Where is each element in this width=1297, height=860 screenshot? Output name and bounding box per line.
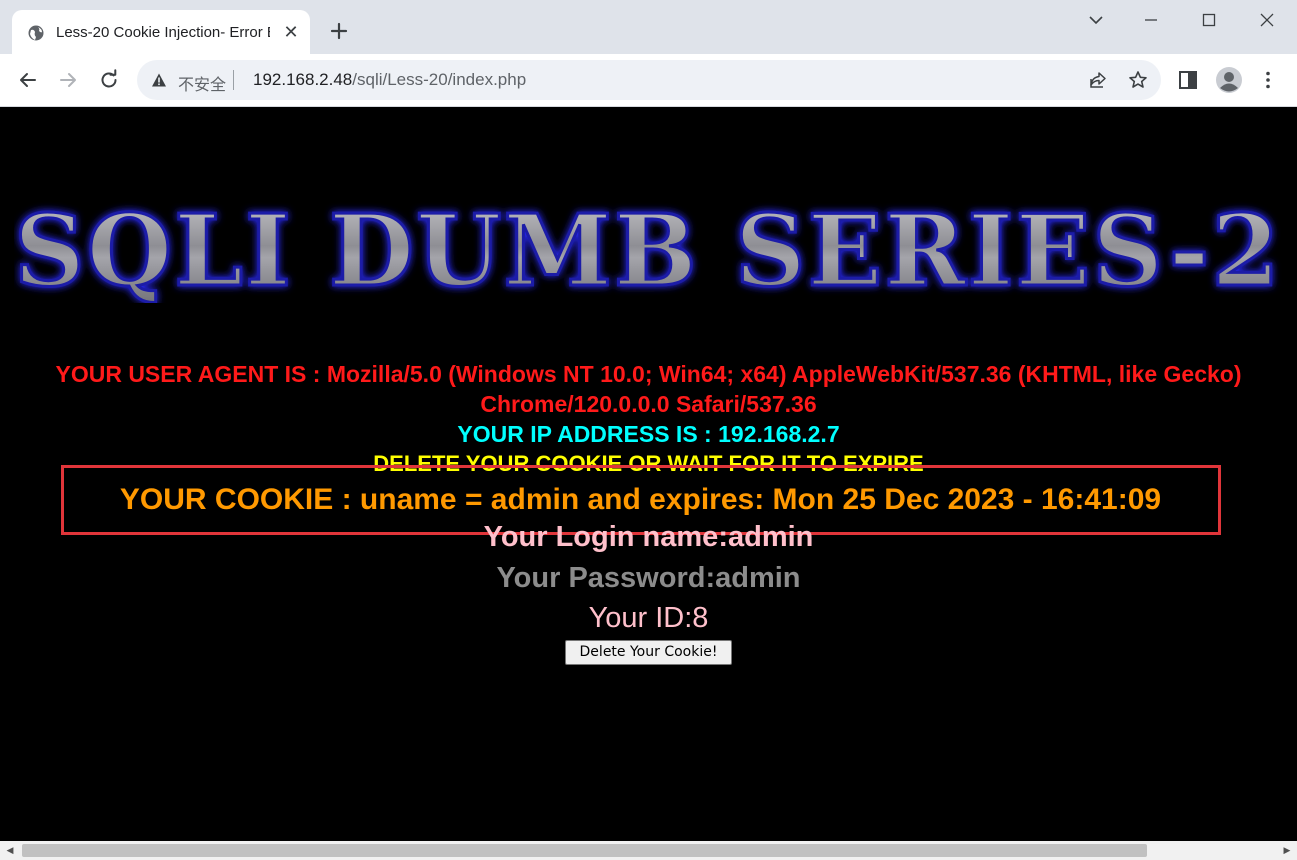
back-arrow-icon[interactable] [16, 68, 40, 92]
forward-arrow-icon[interactable] [56, 68, 80, 92]
maximize-icon[interactable] [1197, 8, 1221, 32]
reload-icon[interactable] [97, 68, 121, 92]
page-content: SQLI DUMB SERIES-2 YOUR USER AGENT IS : … [0, 107, 1297, 841]
url-path: /sqli/Less-20/index.php [352, 70, 527, 89]
ip-address: YOUR IP ADDRESS IS : 192.168.2.7 [457, 421, 840, 447]
tab-title: Less-20 Cookie Injection- Error Based- s… [56, 24, 270, 41]
url-host: 192.168.2.48 [253, 70, 353, 89]
banner-text: SQLI DUMB SERIES-2 [14, 194, 1282, 303]
password-display: Your Password:admin [496, 562, 801, 594]
profile-avatar-icon[interactable] [1215, 66, 1243, 94]
separator [233, 70, 234, 90]
tab-less-20[interactable]: Less-20 Cookie Injection- Error Based- s… [12, 10, 310, 54]
scroll-right-icon[interactable]: ▶ [1282, 845, 1292, 855]
browser-toolbar: 不安全 192.168.2.48/sqli/Less-20/index.php [0, 54, 1297, 107]
browser-window: Less-20 Cookie Injection- Error Based- s… [0, 0, 1297, 860]
warning-triangle-icon[interactable] [151, 72, 167, 88]
user-agent-line-1: YOUR USER AGENT IS : Mozilla/5.0 (Window… [55, 361, 1242, 387]
sqli-dumb-series-banner: SQLI DUMB SERIES-2 [14, 193, 1282, 303]
scroll-left-icon[interactable]: ◀ [5, 845, 15, 855]
side-panel-icon[interactable] [1176, 68, 1200, 92]
user-id: Your ID:8 [588, 602, 709, 634]
kebab-menu-icon[interactable] [1256, 68, 1280, 92]
globe-icon [28, 25, 44, 41]
star-bookmark-icon[interactable] [1128, 70, 1148, 90]
new-tab-icon[interactable] [327, 19, 351, 43]
tab-search-chevron-icon[interactable] [1084, 8, 1108, 32]
login-name: Your Login name:admin [483, 521, 814, 553]
delete-cookie-button[interactable]: Delete Your Cookie! [565, 640, 732, 665]
close-window-icon[interactable] [1255, 8, 1279, 32]
url-text[interactable]: 192.168.2.48/sqli/Less-20/index.php [253, 70, 526, 90]
tab-strip: Less-20 Cookie Injection- Error Based- s… [0, 0, 1297, 54]
minimize-icon[interactable] [1139, 8, 1163, 32]
share-icon[interactable] [1088, 70, 1108, 90]
horizontal-scrollbar[interactable]: ◀ ▶ [0, 841, 1297, 860]
address-bar[interactable]: 不安全 192.168.2.48/sqli/Less-20/index.php [137, 60, 1161, 100]
close-tab-icon[interactable]: ✕ [282, 23, 300, 41]
scrollbar-thumb[interactable] [22, 844, 1147, 857]
security-label[interactable]: 不安全 [178, 71, 226, 95]
user-agent-line-2: Chrome/120.0.0.0 Safari/537.36 [480, 391, 817, 417]
